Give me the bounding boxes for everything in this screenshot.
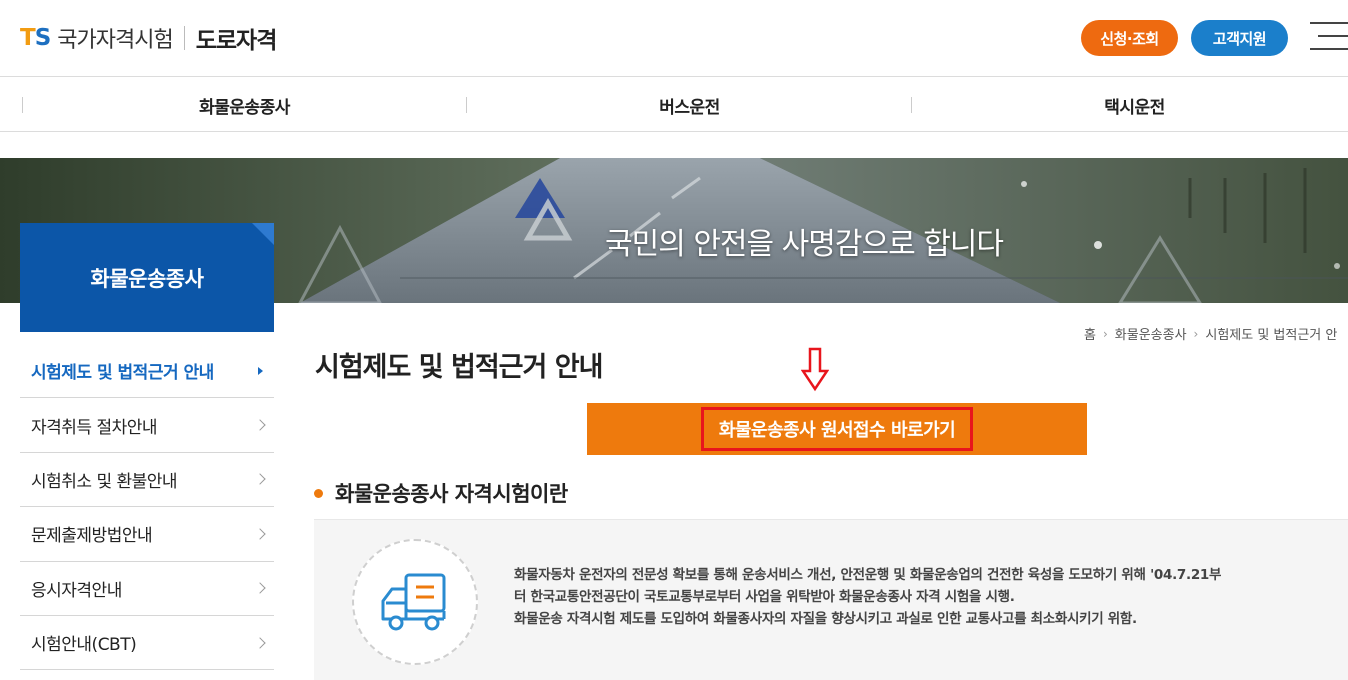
sidebar-item-question-method[interactable]: 문제출제방법안내 <box>20 507 274 562</box>
info-line: 터 한국교통안전공단이 국토교통부로부터 사업을 위탁받아 화물운송종사 자격 … <box>514 589 1015 605</box>
sidebar-item-label: 자격취득 절차안내 <box>31 417 158 438</box>
sidebar-item-label: 응시자격안내 <box>31 580 122 601</box>
info-line: 화물자동차 운전자의 전문성 확보를 통해 운송서비스 개선, 안전운행 및 화… <box>514 567 1222 583</box>
breadcrumb-home[interactable]: 홈 <box>1084 324 1096 343</box>
info-line: 화물운송 자격시험 제도를 도입하여 화물종사자의 자질을 향상시키고 과실로 … <box>514 611 1137 627</box>
apply-inquiry-button[interactable]: 신청·조회 <box>1081 20 1178 56</box>
sidebar-item-cbt[interactable]: 시험안내(CBT) <box>20 616 274 671</box>
logo-subtitle: 도로자격 <box>195 28 278 54</box>
logo-divider <box>183 26 185 50</box>
sidebar-item-eligibility[interactable]: 응시자격안내 <box>20 562 274 616</box>
customer-support-button[interactable]: 고객지원 <box>1191 20 1288 56</box>
page-title: 시험제도 및 법적근거 안내 <box>315 352 603 383</box>
sidebar-item-label: 시험안내(CBT) <box>31 635 137 656</box>
chevron-right-icon: › <box>1193 326 1199 341</box>
nav-item-taxi[interactable]: 택시운전 <box>912 78 1348 132</box>
main-navigation: 화물운송종사 버스운전 택시운전 <box>0 78 1348 132</box>
ts-logo-mark: TS <box>20 24 51 51</box>
chevron-right-icon <box>254 419 266 431</box>
sidebar-title: 화물운송종사 <box>20 223 274 332</box>
sidebar-item-label: 시험취소 및 환불안내 <box>31 471 178 492</box>
breadcrumb-current[interactable]: 시험제도 및 법적근거 안 <box>1205 324 1337 343</box>
sidebar-menu: 시험제도 및 법적근거 안내 자격취득 절차안내 시험취소 및 환불안내 문제출… <box>20 344 274 671</box>
apply-shortcut-label: 화물운송종사 원서접수 바로가기 <box>700 407 974 451</box>
active-arrow-icon <box>258 366 263 375</box>
sidebar-item-refund[interactable]: 시험취소 및 환불안내 <box>20 453 274 508</box>
truck-icon-circle <box>352 539 478 665</box>
chevron-right-icon <box>254 582 266 594</box>
sidebar-item-procedure[interactable]: 자격취득 절차안내 <box>20 398 274 453</box>
info-description: 화물자동차 운전자의 전문성 확보를 통해 운송서비스 개선, 안전운행 및 화… <box>514 564 1344 630</box>
corner-fold-decoration <box>252 223 274 245</box>
site-header: TS 국가자격시험 도로자격 신청·조회 고객지원 <box>0 0 1348 77</box>
sidebar-title-text: 화물운송종사 <box>90 266 204 291</box>
breadcrumb-cargo[interactable]: 화물운송종사 <box>1115 324 1187 343</box>
chevron-right-icon <box>254 528 266 540</box>
apply-shortcut-button[interactable]: 화물운송종사 원서접수 바로가기 <box>587 403 1087 455</box>
sidebar-item-label: 문제출제방법안내 <box>31 526 153 547</box>
nav-item-cargo[interactable]: 화물운송종사 <box>22 78 467 132</box>
logo-title: 국가자격시험 <box>57 28 173 53</box>
hamburger-menu-icon[interactable] <box>1310 22 1348 50</box>
bullet-dot-icon <box>314 488 323 498</box>
chevron-right-icon <box>254 636 266 649</box>
sidebar-item-exam-system[interactable]: 시험제도 및 법적근거 안내 <box>20 344 274 399</box>
sidebar-item-label: 시험제도 및 법적근거 안내 <box>31 363 214 384</box>
chevron-right-icon: › <box>1102 326 1108 341</box>
nav-item-bus[interactable]: 버스운전 <box>467 78 912 132</box>
down-arrow-icon <box>801 347 829 392</box>
site-logo[interactable]: TS 국가자격시험 도로자격 <box>20 22 278 54</box>
section-title: 화물운송종사 자격시험이란 <box>314 478 568 508</box>
breadcrumb: 홈 › 화물운송종사 › 시험제도 및 법적근거 안 <box>1084 324 1337 344</box>
info-box: 화물자동차 운전자의 전문성 확보를 통해 운송서비스 개선, 안전운행 및 화… <box>314 519 1348 680</box>
chevron-right-icon <box>254 473 266 486</box>
truck-icon <box>381 573 446 631</box>
banner-slogan: 국민의 안전을 사명감으로 합니다 <box>605 227 1004 262</box>
section-title-text: 화물운송종사 자격시험이란 <box>335 482 568 506</box>
